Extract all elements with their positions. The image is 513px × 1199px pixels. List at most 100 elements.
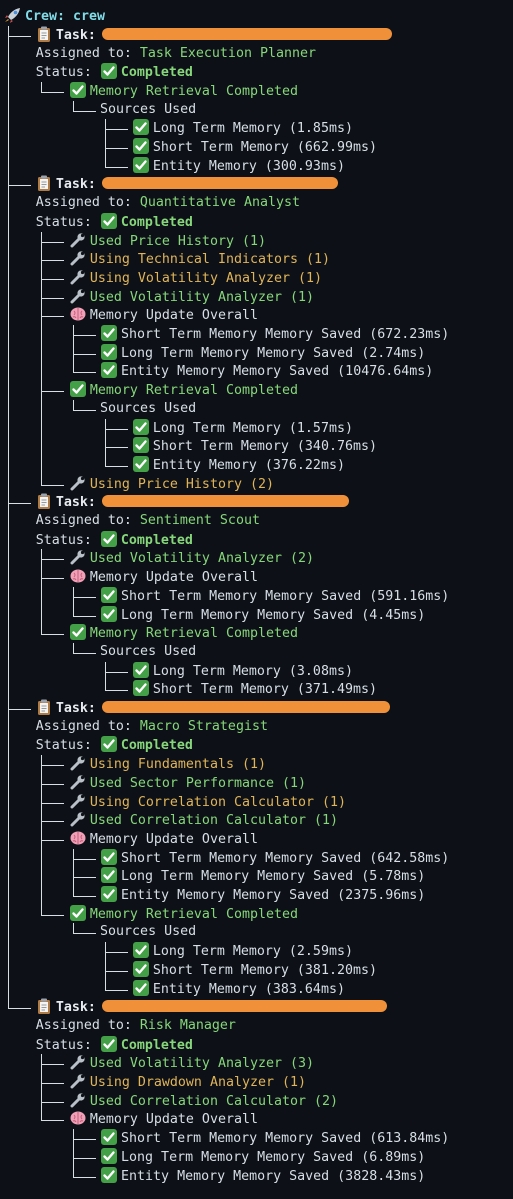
memory-saved-item-content: Short Term Memory Memory Saved (613.84ms… bbox=[100, 1129, 449, 1149]
crew-header-content: Crew: crew bbox=[4, 7, 105, 27]
tool-event: Using Volatility Analyzer (1) bbox=[0, 268, 513, 288]
tree-guide bbox=[73, 335, 96, 337]
memory-saved-text: Short Term Memory Memory Saved (613.84ms… bbox=[121, 1131, 450, 1147]
task-status-content: Status: Completed bbox=[36, 530, 193, 551]
tree-guide bbox=[41, 241, 65, 243]
task-header: Task: bbox=[0, 998, 513, 1017]
tree-guide bbox=[41, 399, 43, 419]
tree-guide bbox=[8, 287, 9, 307]
tree-guide bbox=[8, 100, 9, 120]
tree-guide bbox=[8, 185, 31, 187]
memory-saved-item-content: Entity Memory Memory Saved (10476.64ms) bbox=[100, 362, 433, 382]
memory-source-content: Entity Memory (383.64ms) bbox=[132, 979, 345, 1000]
tree-guide bbox=[8, 624, 9, 643]
task-assigned: Assigned to: Sentiment Scout bbox=[0, 512, 513, 531]
task-label: Task: bbox=[55, 1000, 96, 1016]
sources-used-content: Sources Used bbox=[100, 101, 196, 120]
tree-guide bbox=[73, 615, 96, 617]
memory-retrieval-content: Memory Retrieval Completed bbox=[69, 624, 298, 644]
tree-guide bbox=[41, 821, 65, 823]
memory-source-content: Long Term Memory (2.59ms) bbox=[132, 942, 353, 962]
tree-guide bbox=[73, 362, 75, 373]
tool-event-content: Used Correlation Calculator (2) bbox=[69, 1092, 338, 1112]
memory-saved-item-content: Entity Memory Memory Saved (3828.43ms) bbox=[100, 1166, 426, 1187]
tool-event: Used Volatility Analyzer (1) bbox=[0, 287, 513, 308]
tool-event-content: Used Volatility Analyzer (1) bbox=[69, 288, 314, 308]
tree-guide bbox=[73, 409, 96, 411]
tree-guide bbox=[41, 559, 65, 561]
tree-guide bbox=[73, 605, 75, 616]
assigned-to-label: Assigned to: bbox=[35, 718, 140, 734]
tree-guide bbox=[73, 353, 96, 355]
tool-event-label: Used Volatility Analyzer (1) bbox=[89, 289, 315, 305]
check-mark-icon bbox=[100, 867, 118, 884]
tree-guide bbox=[8, 886, 9, 905]
memory-source-text: Entity Memory (300.93ms) bbox=[152, 158, 345, 174]
tree-guide bbox=[73, 110, 96, 112]
check-mark-icon bbox=[100, 362, 118, 379]
tree-guide bbox=[8, 194, 9, 213]
rocket-icon bbox=[4, 7, 22, 24]
clipboard-icon bbox=[35, 175, 53, 192]
memory-source-text: Entity Memory (376.22ms) bbox=[152, 457, 345, 473]
tool-event-content: Used Price History (1) bbox=[69, 232, 266, 252]
tree-guide bbox=[8, 848, 9, 868]
tree-guide bbox=[8, 904, 9, 924]
tree-guide bbox=[41, 418, 43, 438]
memory-saved-item-content: Long Term Memory Memory Saved (6.89ms) bbox=[100, 1147, 425, 1168]
memory-source-text: Short Term Memory (371.49ms) bbox=[152, 682, 377, 698]
tree-guide bbox=[8, 586, 9, 606]
task-status-content: Status: Completed bbox=[36, 736, 193, 756]
tree-guide bbox=[73, 642, 75, 653]
memory-source: Short Term Memory (371.49ms) bbox=[0, 680, 513, 700]
task-status: Status: Completed bbox=[0, 63, 513, 82]
memory-saved-text: Long Term Memory Memory Saved (5.78ms) bbox=[121, 869, 426, 885]
memory-saved-item: Long Term Memory Memory Saved (2.74ms) bbox=[0, 343, 513, 364]
memory-update: Memory Update Overall bbox=[0, 829, 513, 849]
tree-guide bbox=[73, 858, 96, 860]
memory-saved-item: Short Term Memory Memory Saved (672.23ms… bbox=[0, 325, 513, 344]
task-header: Task: bbox=[0, 25, 513, 45]
memory-update-content: Memory Update Overall bbox=[69, 306, 258, 326]
tree-guide bbox=[104, 680, 106, 691]
memory-source-content: Long Term Memory (1.85ms) bbox=[132, 119, 353, 139]
tree-guide bbox=[73, 1176, 96, 1178]
tree-guide bbox=[41, 1110, 43, 1121]
assigned-agent: Macro Strategist bbox=[139, 718, 268, 734]
task-header-content: Task: bbox=[35, 175, 338, 195]
memory-saved-item-content: Short Term Memory Memory Saved (672.23ms… bbox=[100, 325, 449, 345]
tree-guide bbox=[41, 586, 43, 606]
memory-saved-text: Long Term Memory Memory Saved (4.45ms) bbox=[121, 607, 426, 623]
check-mark-icon bbox=[100, 886, 118, 903]
tree-guide bbox=[73, 1139, 96, 1141]
status-completed: Completed bbox=[120, 1037, 193, 1053]
task-status: Status: Completed bbox=[0, 1035, 513, 1055]
tree-guide bbox=[41, 1064, 65, 1066]
tree-guide bbox=[8, 418, 9, 438]
tree-guide bbox=[73, 933, 96, 935]
tree-guide bbox=[8, 736, 9, 756]
tree-guide bbox=[104, 979, 106, 990]
memory-saved-item-content: Long Term Memory Memory Saved (5.78ms) bbox=[100, 867, 425, 887]
memory-saved-text: Entity Memory Memory Saved (10476.64ms) bbox=[121, 364, 434, 380]
status-completed: Completed bbox=[120, 214, 193, 230]
sources-used-content: Sources Used bbox=[100, 643, 196, 662]
memory-source-text: Entity Memory (383.64ms) bbox=[152, 981, 345, 997]
tree-guide bbox=[8, 829, 9, 849]
tree-guide bbox=[8, 792, 9, 812]
check-mark-icon bbox=[100, 1129, 118, 1146]
tree-guide bbox=[73, 399, 75, 410]
memory-update: Memory Update Overall bbox=[0, 1110, 513, 1129]
memory-saved-text: Entity Memory Memory Saved (3828.43ms) bbox=[121, 1168, 426, 1184]
memory-source-text: Long Term Memory (1.85ms) bbox=[152, 121, 353, 137]
memory-update-content: Memory Update Overall bbox=[69, 1110, 258, 1130]
memory-retrieval: Memory Retrieval Completed bbox=[0, 81, 513, 101]
memory-saved-item-content: Long Term Memory Memory Saved (2.74ms) bbox=[100, 343, 425, 364]
status-completed: Completed bbox=[120, 532, 193, 548]
tree-guide bbox=[8, 530, 9, 550]
memory-source: Long Term Memory (3.08ms) bbox=[0, 661, 513, 681]
assigned-to-label: Assigned to: bbox=[35, 195, 140, 211]
tree-guide bbox=[8, 119, 9, 139]
tree-guide bbox=[73, 100, 75, 111]
tree-guide bbox=[8, 811, 9, 830]
